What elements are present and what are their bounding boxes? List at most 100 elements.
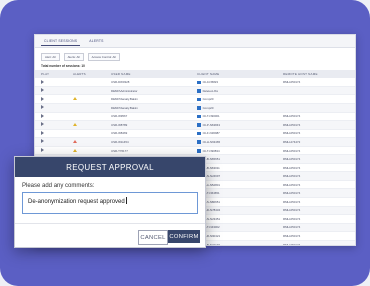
warning-icon (73, 148, 77, 152)
remote-host-cell: RMH-050174 (277, 120, 355, 130)
user-name-cell: DEMO\Sanaly.Bakim (105, 103, 191, 113)
remote-host-cell: RMH-050174 (277, 240, 355, 245)
comments-input-value: De-anonymization request approved (28, 199, 125, 205)
column-header-remote-host[interactable]: REMOTE HOST NAME (277, 70, 355, 79)
tab-client-sessions[interactable]: CLIENT SESSIONS (41, 37, 81, 46)
play-icon[interactable] (41, 96, 44, 101)
user-name-cell: USR-DW0328 (105, 78, 191, 87)
client-name-cell: Cli-H-N63465 (191, 137, 277, 147)
column-header-user-name[interactable]: USER NAME (105, 70, 191, 79)
client-name-cell: Cli-T-N90834 (191, 146, 277, 156)
play-cell (35, 86, 67, 96)
play-icon[interactable] (41, 88, 44, 93)
client-name-cell: Cli-P-N63843 (191, 120, 277, 130)
alert-cell (67, 103, 105, 113)
alert-cell (67, 78, 105, 87)
dialog-title: REQUEST APPROVAL (15, 157, 205, 177)
client-name-text: Comp20 (202, 97, 214, 102)
windows-icon (197, 89, 201, 93)
user-name-cell: USR-W9567 (105, 112, 191, 122)
play-cell (35, 129, 67, 139)
remote-host-cell: RMH-050174 (277, 171, 355, 181)
user-name-cell: DEMO\Administrator (105, 86, 191, 96)
user-name-cell: USR-T76177 (105, 146, 191, 156)
client-name-cell: Cli-0-N5823 (191, 78, 277, 87)
table-row[interactable]: DEMO\Sanaly.Bakim Comp20 (35, 94, 355, 104)
play-cell (35, 78, 67, 87)
filter-chip-alerts[interactable]: Alerts: All (63, 53, 84, 62)
table-row[interactable]: USR-W11454 Cli-H-N63465 RMH-274472 (35, 137, 355, 147)
table-row[interactable]: USR-W9567 Cli-T-N90001 RMH-050174 (35, 112, 355, 122)
table-row[interactable]: USR-W8789 Cli-P-N63843 RMH-050174 (35, 120, 355, 130)
client-name-text: Cli-T-N90834 (202, 148, 220, 153)
remote-host-cell: RMH-050174 (277, 154, 355, 164)
remote-host-cell: RMH-050174 (277, 146, 355, 156)
remote-host-cell: RMH-050174 (277, 112, 355, 122)
alert-cell (67, 137, 105, 147)
warning-icon (73, 122, 77, 126)
windows-icon (197, 80, 201, 85)
play-icon[interactable] (41, 113, 44, 118)
confirm-button[interactable]: CONFIRM (168, 230, 200, 243)
dialog-footer: CANCEL CONFIRM (15, 223, 205, 252)
client-name-text: Deleted-Jbx (202, 88, 219, 93)
play-cell (35, 94, 67, 104)
column-header-play[interactable]: PLAY (35, 70, 67, 79)
table-row[interactable]: USR-W8469 Cli-F-N36987 RMH-050174 (35, 129, 355, 139)
remote-host-cell (277, 94, 355, 104)
warning-icon (73, 139, 77, 143)
alert-cell (67, 146, 105, 156)
alert-cell (67, 112, 105, 122)
user-name-cell: USR-W8469 (105, 129, 191, 139)
alert-cell (67, 120, 105, 130)
windows-icon (197, 131, 201, 136)
request-approval-dialog: REQUEST APPROVAL Please add any comments… (14, 156, 206, 248)
client-name-cell: Comp20 (191, 94, 277, 104)
table-header-row: PLAY ALERTS USER NAME CLIENT NAME REMOTE… (35, 70, 355, 79)
play-icon[interactable] (41, 122, 44, 127)
windows-icon (197, 106, 201, 110)
remote-host-cell: RMH-050174 (277, 129, 355, 139)
client-name-text: Comp20 (202, 105, 214, 110)
text-caret (125, 197, 127, 204)
remote-host-cell: RMH-274472 (277, 137, 355, 147)
user-name-cell: USR-W8789 (105, 120, 191, 130)
comments-label: Please add any comments: (22, 183, 95, 189)
tab-alerts[interactable]: ALERTS (86, 37, 106, 45)
client-name-cell: Cli-T-N90001 (191, 112, 277, 122)
table-row[interactable]: DEMO\Administrator Deleted-Jbx (35, 86, 355, 96)
comments-input[interactable]: De-anonymization request approved (22, 192, 198, 214)
windows-icon (197, 97, 201, 102)
column-header-client-name[interactable]: CLIENT NAME (191, 70, 277, 79)
remote-host-cell (277, 86, 355, 96)
table-row[interactable]: DEMO\Sanaly.Bakim Comp20 (35, 103, 355, 113)
alert-cell (67, 129, 105, 139)
play-cell (35, 112, 67, 122)
play-icon[interactable] (41, 79, 44, 84)
background: CLIENT SESSIONS ALERTS Alert: All Alerts… (0, 0, 370, 286)
column-header-alerts[interactable]: ALERTS (67, 70, 105, 79)
user-name-cell: USR-W11454 (105, 137, 191, 147)
windows-icon (197, 140, 201, 144)
client-name-cell: Deleted-Jbx (191, 86, 277, 96)
client-name-cell: Comp20 (191, 103, 277, 113)
filter-bar: Alert: All Alerts: All Access Control: A… (35, 48, 355, 62)
play-icon[interactable] (41, 139, 44, 144)
windows-icon (197, 123, 201, 127)
remote-host-cell: RMH-050174 (277, 214, 355, 224)
filter-chip-alert[interactable]: Alert: All (41, 53, 60, 62)
cancel-button[interactable]: CANCEL (138, 230, 168, 245)
play-cell (35, 120, 67, 130)
play-icon[interactable] (41, 130, 44, 135)
table-row[interactable]: USR-T76177 Cli-T-N90834 RMH-050174 (35, 146, 355, 156)
filter-chip-access-control[interactable]: Access Control: All (87, 53, 120, 62)
warning-icon (73, 97, 77, 101)
play-cell (35, 146, 67, 156)
play-icon[interactable] (41, 148, 44, 153)
play-icon[interactable] (41, 105, 44, 110)
client-name-text: Cli-F-N36987 (202, 131, 220, 136)
client-name-cell: Cli-F-N36987 (191, 129, 277, 139)
remote-host-cell: RMH-050174 (277, 197, 355, 207)
remote-host-cell: RMH-050174 (277, 231, 355, 241)
table-row[interactable]: USR-DW0328 Cli-0-N5823 RMH-050174 (35, 78, 355, 87)
